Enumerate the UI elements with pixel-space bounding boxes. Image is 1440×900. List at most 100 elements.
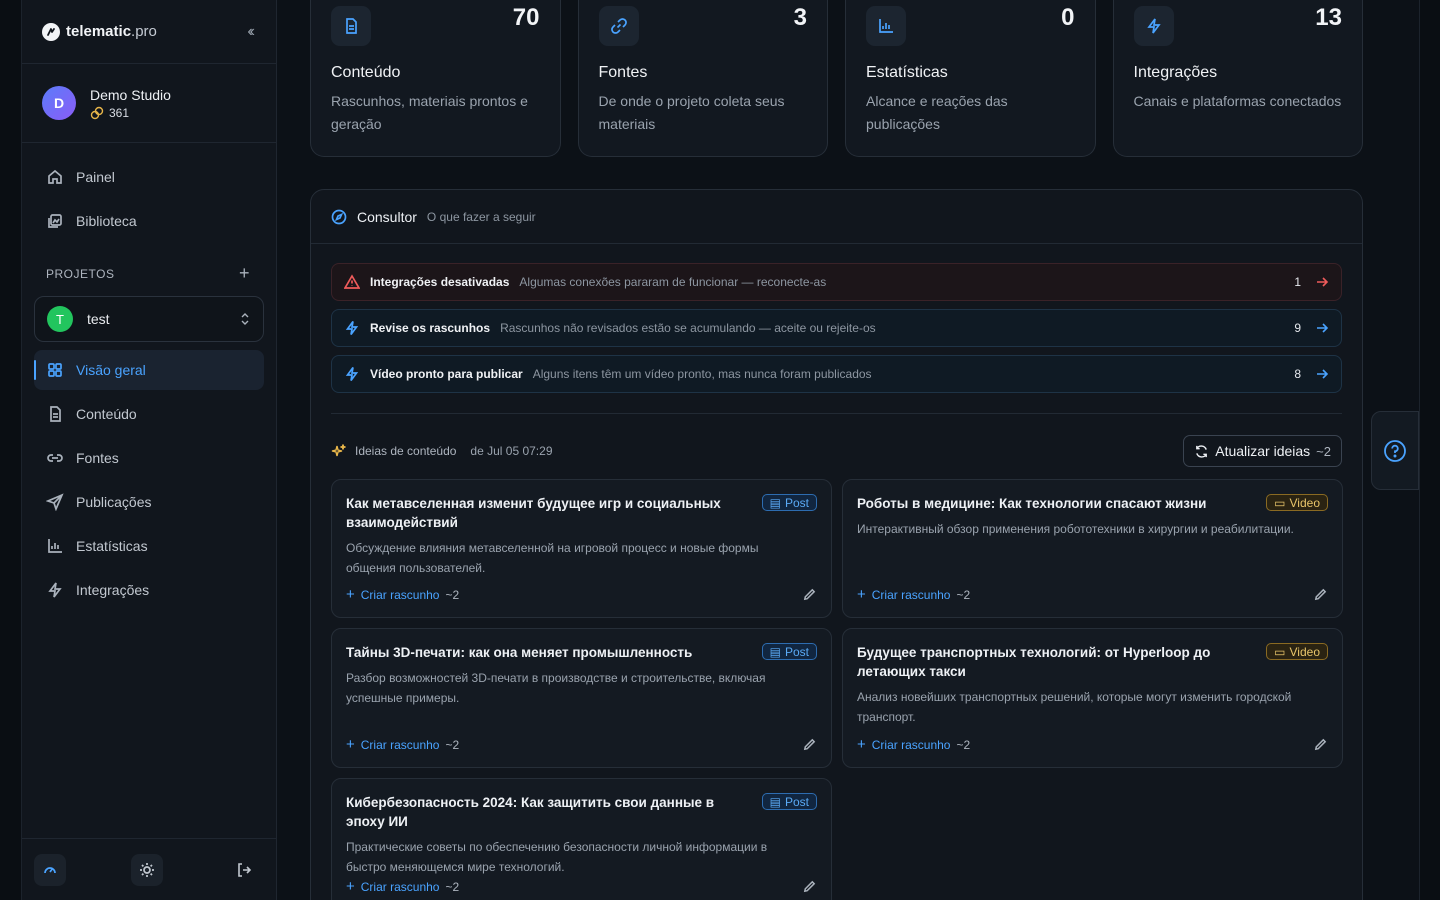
idea-footer: + Criar rascunho ~2 [346, 736, 817, 753]
sidebar-item-biblioteca[interactable]: Biblioteca [34, 201, 264, 241]
idea-footer: + Criar rascunho ~2 [346, 586, 817, 603]
bolt-icon [48, 582, 62, 598]
compass-icon [331, 209, 347, 224]
type-badge: ▤ Post [761, 494, 817, 511]
document-icon: ▤ [769, 495, 781, 510]
projects-label: PROJETOS [46, 266, 115, 281]
sidebar-item-painel[interactable]: Painel [34, 157, 264, 197]
stat-title: Estatísticas [866, 64, 948, 81]
alert-integracoes-desativadas[interactable]: Integrações desativadas Algumas conexões… [331, 263, 1342, 301]
sidebar-item-visao-geral[interactable]: Visão geral [34, 350, 264, 390]
brand-name: telematic [66, 23, 132, 40]
stat-description: Canais e plataformas conectados [1133, 93, 1342, 109]
stat-card-fontes[interactable]: 3 Fontes De onde o projeto coleta seus m… [577, 0, 828, 157]
idea-description: Анализ новейших транспортных решений, ко… [857, 690, 1292, 724]
main-content: 70 Conteúdo Rascunhos, materiais prontos… [310, 0, 1363, 900]
idea-description: Интерактивный обзор применения робототех… [857, 522, 1294, 536]
pencil-icon[interactable] [802, 737, 817, 752]
idea-description: Обсуждение влияния метавселенной на игро… [346, 541, 759, 575]
create-cost: ~2 [445, 587, 460, 602]
sidebar-item-conteudo[interactable]: Conteúdo [34, 394, 264, 434]
create-draft-button[interactable]: + Criar rascunho ~2 [346, 878, 459, 895]
badge-label: Video [1289, 495, 1320, 510]
idea-footer: + Criar rascunho ~2 [857, 736, 1328, 753]
idea-card[interactable]: Кибербезопасность 2024: Как защитить сво… [331, 778, 832, 900]
refresh-ideas-button[interactable]: Atualizar ideias ~2 [1183, 435, 1342, 467]
idea-card[interactable]: Тайны 3D-печати: как она меняет промышле… [331, 628, 832, 768]
help-widget[interactable] [1371, 411, 1419, 490]
home-icon [48, 169, 62, 184]
sidebar-item-publicacoes[interactable]: Publicações [34, 482, 264, 522]
pencil-icon[interactable] [1313, 737, 1328, 752]
pencil-icon[interactable] [802, 879, 817, 894]
avatar: D [42, 86, 76, 120]
create-cost: ~2 [956, 737, 971, 752]
bolt-icon [345, 366, 359, 382]
idea-card[interactable]: Роботы в медицине: Как технологии спасаю… [842, 479, 1343, 618]
stat-card-integracoes[interactable]: 13 Integrações Canais e plataformas cone… [1112, 0, 1363, 157]
alert-count: 8 [1294, 367, 1301, 381]
sidebar-item-label: Estatísticas [76, 538, 148, 554]
alert-title: Integrações desativadas [370, 275, 510, 289]
sidebar-item-integracoes[interactable]: Integrações [34, 570, 264, 610]
logout-icon [238, 862, 252, 877]
idea-card[interactable]: Как метавселенная изменит будущее игр и … [331, 479, 832, 618]
create-draft-button[interactable]: + Criar rascunho ~2 [857, 586, 970, 603]
stat-card-estatisticas[interactable]: 0 Estatísticas Alcance e reações das pub… [845, 0, 1096, 157]
ideas-title-group: Ideias de conteúdo de Jul 05 07:29 [331, 443, 553, 459]
create-draft-button[interactable]: + Criar rascunho ~2 [857, 736, 970, 753]
video-icon: ▭ [1274, 644, 1286, 659]
sidebar-item-label: Biblioteca [76, 213, 137, 229]
sidebar-item-fontes[interactable]: Fontes [34, 438, 264, 478]
create-label: Criar rascunho [871, 587, 951, 602]
sparkles-icon [331, 444, 346, 457]
stat-value: 70 [512, 4, 540, 31]
send-icon [46, 493, 64, 511]
chart-icon [48, 539, 62, 553]
stat-value: 13 [1315, 4, 1342, 31]
library-icon [48, 214, 62, 228]
create-cost: ~2 [445, 879, 460, 894]
alert-revise-rascunhos[interactable]: Revise os rascunhos Rascunhos não revisa… [331, 309, 1342, 347]
chart-icon [866, 6, 906, 46]
alert-title: Revise os rascunhos [370, 321, 491, 335]
alert-video-pronto[interactable]: Vídeo pronto para publicar Alguns itens … [331, 355, 1342, 393]
create-label: Criar rascunho [871, 737, 951, 752]
pencil-icon[interactable] [802, 587, 817, 602]
create-draft-button[interactable]: + Criar rascunho ~2 [346, 736, 459, 753]
coins-icon [90, 106, 104, 119]
sidebar-item-estatisticas[interactable]: Estatísticas [34, 526, 264, 566]
logout-button[interactable] [228, 854, 260, 886]
arrow-right-icon [1317, 277, 1329, 287]
stat-value: 3 [793, 4, 807, 31]
idea-card[interactable]: Будущее транспортных технологий: от Hype… [842, 628, 1343, 768]
account-switcher[interactable]: D Demo Studio 361 [22, 64, 276, 143]
project-selector[interactable]: T test [34, 296, 264, 342]
brand-logo[interactable]: telematic .pro [42, 22, 157, 41]
section-divider [331, 413, 1342, 414]
sidebar-item-label: Visão geral [76, 362, 146, 378]
grid-icon [48, 363, 62, 377]
stat-title: Conteúdo [331, 64, 401, 81]
theme-toggle-button[interactable] [131, 853, 163, 886]
pencil-icon[interactable] [1313, 587, 1328, 602]
stat-card-conteudo[interactable]: 70 Conteúdo Rascunhos, materiais prontos… [310, 0, 561, 157]
credits-balance: 361 [90, 106, 171, 120]
arrow-right-icon [1317, 369, 1329, 379]
badge-label: Post [784, 794, 809, 809]
create-draft-button[interactable]: + Criar rascunho ~2 [346, 586, 459, 603]
collapse-sidebar-icon[interactable]: ‹‹ [247, 23, 254, 41]
add-project-icon[interactable]: + [239, 263, 250, 284]
sidebar: telematic .pro ‹‹ D Demo Studio 361 Paine… [21, 0, 277, 900]
alert-title: Vídeo pronto para publicar [370, 367, 523, 381]
idea-title: Роботы в медицине: Как технологии спасаю… [857, 496, 1207, 511]
consultor-title: Consultor [357, 208, 417, 225]
usage-button[interactable] [34, 853, 66, 886]
help-icon [1384, 439, 1406, 462]
refresh-icon [1196, 444, 1208, 458]
sidebar-item-label: Integrações [76, 582, 150, 598]
stat-description: Rascunhos, materiais prontos e geração [331, 93, 528, 132]
idea-title: Как метавселенная изменит будущее игр и … [346, 496, 721, 530]
refresh-cost: ~2 [1316, 443, 1331, 459]
sidebar-footer [22, 838, 276, 900]
